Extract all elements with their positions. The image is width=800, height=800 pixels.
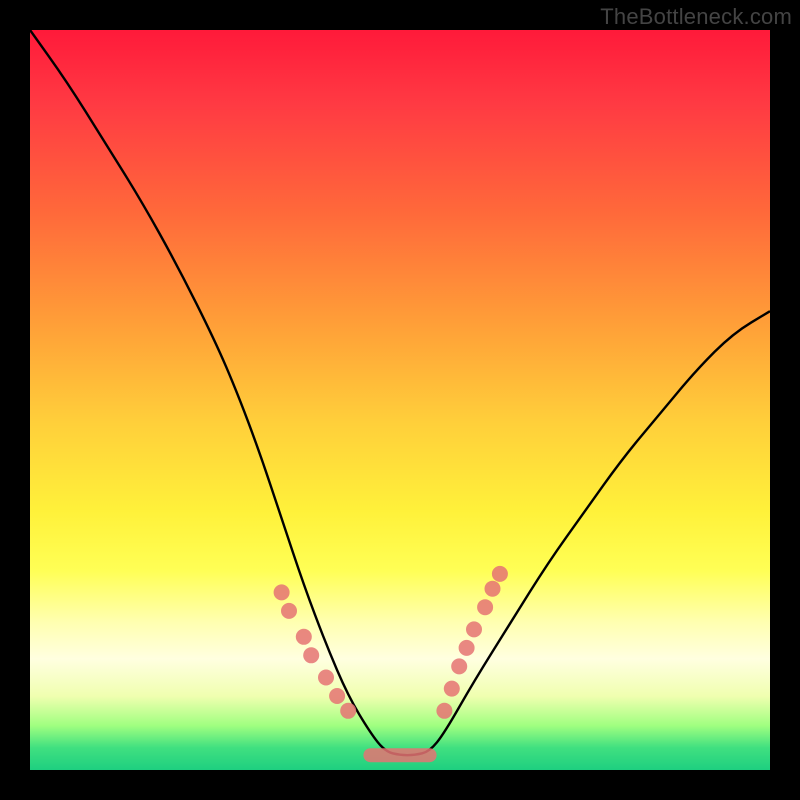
data-marker	[459, 640, 475, 656]
data-marker	[329, 688, 345, 704]
markers-left-cluster	[274, 584, 357, 718]
data-marker	[485, 581, 501, 597]
data-marker	[296, 629, 312, 645]
data-marker	[492, 566, 508, 582]
chart-frame: TheBottleneck.com	[0, 0, 800, 800]
data-marker	[451, 658, 467, 674]
data-marker	[274, 584, 290, 600]
data-marker	[436, 703, 452, 719]
bottleneck-curve	[30, 30, 770, 755]
data-marker	[340, 703, 356, 719]
data-marker	[303, 647, 319, 663]
watermark-text: TheBottleneck.com	[600, 4, 792, 30]
data-marker	[477, 599, 493, 615]
curve-svg	[30, 30, 770, 770]
data-marker	[318, 670, 334, 686]
data-marker	[466, 621, 482, 637]
data-marker	[444, 681, 460, 697]
data-marker	[281, 603, 297, 619]
